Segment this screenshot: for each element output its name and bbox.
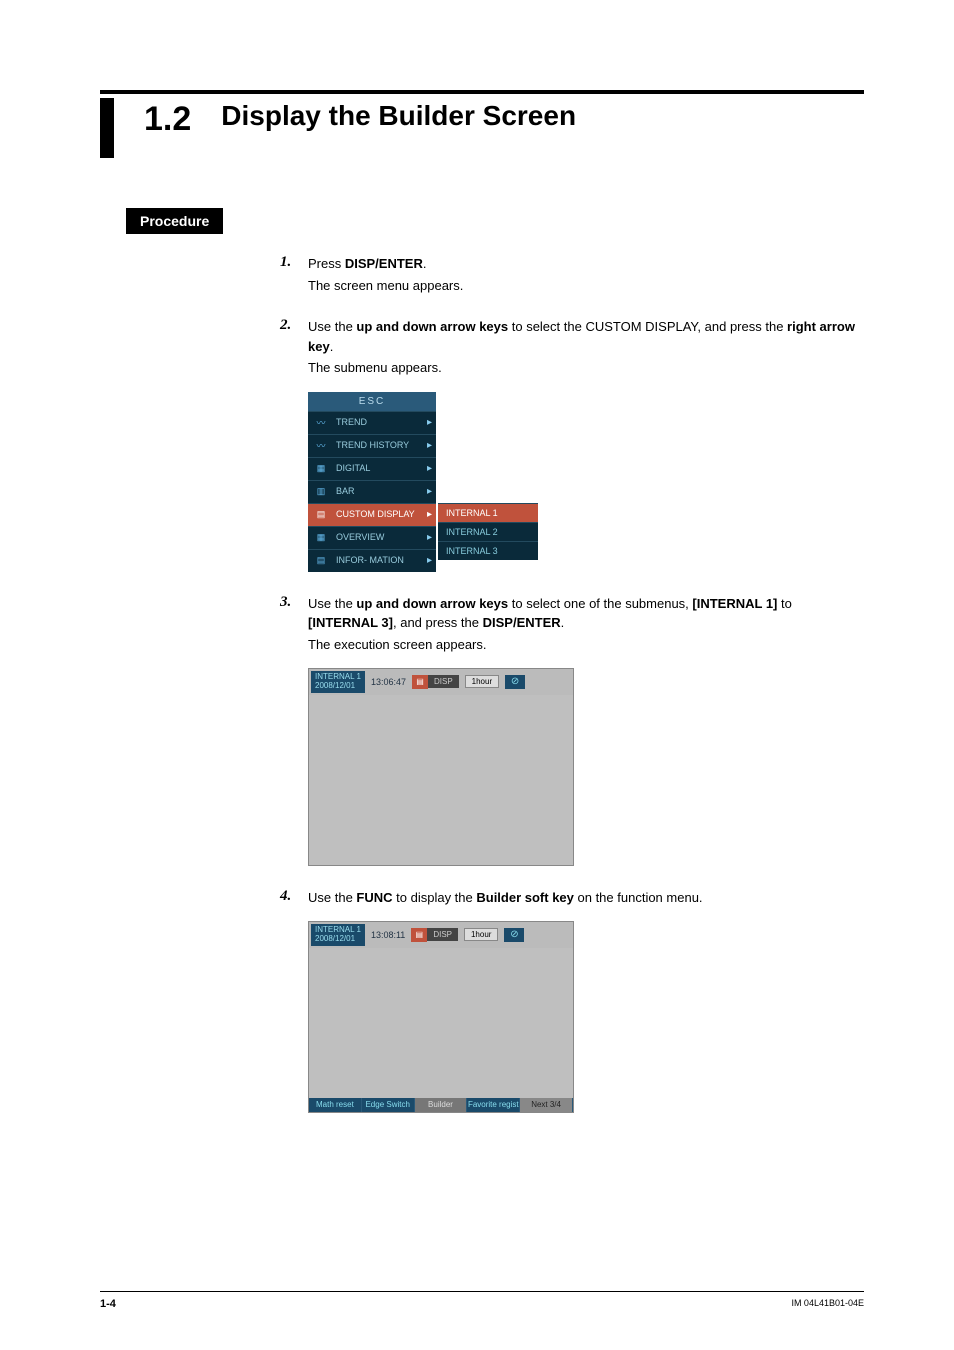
- step-number: 4.: [280, 888, 291, 905]
- submenu-internal-1[interactable]: INTERNAL 1: [438, 503, 538, 522]
- step-note: The submenu appears.: [308, 358, 864, 378]
- display-icon: ▤: [412, 675, 428, 689]
- submenu: INTERNAL 1 INTERNAL 2 INTERNAL 3: [438, 503, 538, 560]
- display-mode: DISP: [427, 928, 458, 941]
- step-4: 4. Use the FUNC to display the Builder s…: [280, 888, 864, 1114]
- page-footer: 1-4 IM 04L41B01-04E: [100, 1291, 864, 1310]
- title-bar: [100, 98, 114, 158]
- section-header: 1.2 Display the Builder Screen: [100, 100, 864, 158]
- section-number: 1.2: [144, 100, 191, 139]
- section-title: Display the Builder Screen: [221, 100, 576, 132]
- content: 1. Press DISP/ENTER. The screen menu app…: [280, 254, 864, 1113]
- screen-body: [309, 948, 573, 1098]
- chevron-right-icon: ▸: [427, 463, 432, 474]
- screen-id: INTERNAL 12008/12/01: [311, 671, 365, 693]
- trend-history-icon: 〰: [312, 439, 330, 453]
- trend-icon: 〰: [312, 416, 330, 430]
- menu-esc[interactable]: ESC: [308, 392, 436, 411]
- page: 1.2 Display the Builder Screen Procedure…: [0, 0, 954, 1350]
- overview-icon: ▦: [312, 531, 330, 545]
- display-mode: DISP: [428, 675, 459, 688]
- step-number: 1.: [280, 254, 291, 271]
- steps-list: 1. Press DISP/ENTER. The screen menu app…: [280, 254, 864, 1113]
- bar-icon: ▥: [312, 485, 330, 499]
- figure-function-menu: INTERNAL 12008/12/01 13:08:11 ▤ DISP 1ho…: [308, 921, 864, 1113]
- menu-item-custom-display[interactable]: ▤CUSTOM DISPLAY▸ INTERNAL 1 INTERNAL 2 I…: [308, 503, 436, 526]
- digital-icon: ▦: [312, 462, 330, 476]
- step-note: The screen menu appears.: [308, 276, 864, 296]
- top-rule: [100, 90, 864, 94]
- chevron-right-icon: ▸: [427, 486, 432, 497]
- screen-id: INTERNAL 12008/12/01: [311, 924, 365, 946]
- menu-item-trend-history[interactable]: 〰TREND HISTORY▸: [308, 434, 436, 457]
- display-rate: 1hour: [464, 928, 498, 941]
- step-3: 3. Use the up and down arrow keys to sel…: [280, 594, 864, 866]
- display-rate: 1hour: [465, 675, 499, 688]
- menu-item-overview[interactable]: ▦OVERVIEW▸: [308, 526, 436, 549]
- softkey-math-reset[interactable]: Math reset: [309, 1098, 362, 1113]
- softkey-bar: Math reset Edge Switch Builder Favorite …: [309, 1098, 573, 1113]
- screen-header: INTERNAL 12008/12/01 13:08:11 ▤ DISP 1ho…: [309, 922, 573, 948]
- submenu-internal-3[interactable]: INTERNAL 3: [438, 541, 538, 560]
- alarm-icon: ⊘: [504, 928, 524, 942]
- screen-time: 13:06:47: [365, 677, 412, 687]
- procedure-label: Procedure: [126, 208, 223, 234]
- softkey-next[interactable]: Next 3/4: [520, 1098, 573, 1113]
- chevron-right-icon: ▸: [427, 532, 432, 543]
- information-icon: ▤: [312, 554, 330, 568]
- menu-item-bar[interactable]: ▥BAR▸: [308, 480, 436, 503]
- device-screen: INTERNAL 12008/12/01 13:08:11 ▤ DISP 1ho…: [308, 921, 574, 1113]
- menu-item-information[interactable]: ▤INFOR- MATION▸: [308, 549, 436, 572]
- custom-display-icon: ▤: [312, 508, 330, 522]
- chevron-right-icon: ▸: [427, 440, 432, 451]
- menu-item-digital[interactable]: ▦DIGITAL▸: [308, 457, 436, 480]
- chevron-right-icon: ▸: [427, 417, 432, 428]
- step-number: 3.: [280, 594, 291, 611]
- screen-header: INTERNAL 12008/12/01 13:06:47 ▤ DISP 1ho…: [309, 669, 573, 695]
- softkey-favorite-regist[interactable]: Favorite regist: [467, 1098, 520, 1113]
- figure-execution-screen: INTERNAL 12008/12/01 13:06:47 ▤ DISP 1ho…: [308, 668, 864, 866]
- step-note: The execution screen appears.: [308, 635, 864, 655]
- step-2: 2. Use the up and down arrow keys to sel…: [280, 317, 864, 572]
- chevron-right-icon: ▸: [427, 555, 432, 566]
- document-id: IM 04L41B01-04E: [791, 1298, 864, 1310]
- softkey-builder[interactable]: Builder: [415, 1098, 468, 1113]
- figure-screen-menu: ESC 〰TREND▸ 〰TREND HISTORY▸ ▦DIGITAL▸ ▥B…: [308, 392, 864, 572]
- softkey-edge-switch[interactable]: Edge Switch: [362, 1098, 415, 1113]
- menu-list: 〰TREND▸ 〰TREND HISTORY▸ ▦DIGITAL▸ ▥BAR▸ …: [308, 411, 436, 572]
- display-icon: ▤: [411, 928, 427, 942]
- screen-body: [309, 695, 573, 865]
- screen-time: 13:08:11: [365, 930, 411, 940]
- submenu-internal-2[interactable]: INTERNAL 2: [438, 522, 538, 541]
- step-number: 2.: [280, 317, 291, 334]
- device-screen: INTERNAL 12008/12/01 13:06:47 ▤ DISP 1ho…: [308, 668, 574, 866]
- page-number: 1-4: [100, 1298, 116, 1310]
- menu-item-trend[interactable]: 〰TREND▸: [308, 411, 436, 434]
- alarm-icon: ⊘: [505, 675, 525, 689]
- step-1: 1. Press DISP/ENTER. The screen menu app…: [280, 254, 864, 295]
- chevron-right-icon: ▸: [427, 509, 432, 520]
